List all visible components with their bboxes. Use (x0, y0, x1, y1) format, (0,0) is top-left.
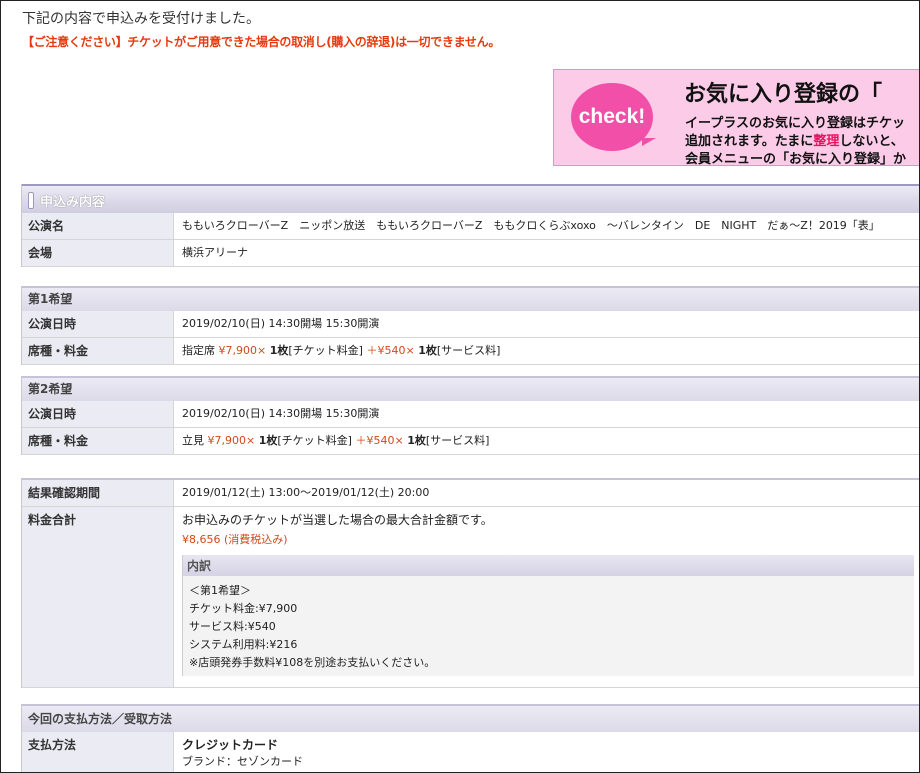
date-value: 2019/02/10(日) 14:30開場 15:30開演 (182, 407, 380, 420)
application-section: 申込み内容 公演名 ももいろクローバーZ ニッポン放送 ももいろクローバーZ も… (21, 184, 919, 267)
breakdown-line: チケット料金:¥7,900 (189, 602, 298, 615)
row-label: 公演日時 (22, 401, 174, 427)
payment-method-value: クレジットカード ブランド：セゾンカード (174, 732, 919, 772)
total-row: 料金合計 お申込みのチケットが当選した場合の最大合計金額です。 ¥8,656 (… (22, 507, 919, 688)
banner-line-2: 追加されます。たまに整理しないと、 (685, 134, 904, 149)
second-choice-title: 第2希望 (22, 376, 919, 401)
row-label: 支払方法 (22, 732, 174, 772)
date-value: 2019/02/10(日) 14:30開場 15:30開演 (182, 317, 380, 330)
payment-method: クレジットカード (182, 738, 279, 752)
bubble-tail-icon (642, 138, 656, 146)
row-label: 会場 (22, 240, 174, 266)
breakdown-box: 内訳 ＜第1希望＞ チケット料金:¥7,900 サービス料:¥540 システム利… (182, 555, 914, 676)
section-header: 申込み内容 (22, 184, 919, 213)
payment-method-row: 支払方法 クレジットカード ブランド：セゾンカード (22, 732, 919, 772)
breakdown-title: 内訳 (183, 555, 914, 576)
total-note: お申込みのチケットが当選した場合の最大合計金額です。 (182, 513, 493, 527)
seat-price-row: 席種・料金 立見 ¥7,900× 1枚[チケット料金] ＋¥540× 1枚[サー… (22, 428, 919, 455)
card-brand: ブランド：セゾンカード (182, 755, 303, 768)
row-label: 席種・料金 (22, 338, 174, 364)
breakdown-line: サービス料:¥540 (189, 620, 276, 633)
banner-line-3: 会員メニューの「お気に入り登録」か (685, 152, 907, 166)
row-label: 公演名 (22, 213, 174, 239)
seat-price-value: 指定席 ¥7,900× 1枚[チケット料金] ＋¥540× 1枚[サービス料] (182, 344, 501, 357)
row-label: 結果確認期間 (22, 480, 174, 506)
banner-line-1: イープラスのお気に入り登録はチケッ (685, 116, 905, 131)
breakdown-line: システム利用料:¥216 (189, 638, 298, 651)
section-title: 申込み内容 (40, 195, 106, 210)
breakdown-line: ＜第1希望＞ (189, 584, 251, 597)
seat-price-row: 席種・料金 指定席 ¥7,900× 1枚[チケット料金] ＋¥540× 1枚[サ… (22, 338, 919, 365)
header-bar-icon (28, 192, 34, 209)
result-section: 結果確認期間 2019/01/12(土) 13:00～2019/01/12(土)… (21, 478, 919, 688)
page-frame: 下記の内容で申込みを受付けました。 【ご注意ください】チケットがご用意できた場合… (0, 0, 920, 773)
breakdown-line: ※店頭発券手数料¥108を別途お支払いください。 (189, 656, 436, 669)
tax-note: (消費税込み) (224, 533, 288, 546)
seat-price-value: 立見 ¥7,900× 1枚[チケット料金] ＋¥540× 1枚[サービス料] (182, 434, 490, 447)
venue-row: 会場 横浜アリーナ (22, 240, 919, 267)
period-value: 2019/01/12(土) 13:00～2019/01/12(土) 20:00 (182, 486, 430, 499)
performance-row: 公演名 ももいろクローバーZ ニッポン放送 ももいろクローバーZ ももクロくらぶ… (22, 213, 919, 240)
second-choice-section: 第2希望 公演日時 2019/02/10(日) 14:30開場 15:30開演 … (21, 376, 919, 455)
first-choice-section: 第1希望 公演日時 2019/02/10(日) 14:30開場 15:30開演 … (21, 286, 919, 365)
breakdown-body: ＜第1希望＞ チケット料金:¥7,900 サービス料:¥540 システム利用料:… (183, 576, 914, 676)
payment-section: 今回の支払方法／受取方法 支払方法 クレジットカード ブランド：セゾンカード (21, 704, 919, 772)
row-label: 公演日時 (22, 311, 174, 337)
venue-name: 横浜アリーナ (182, 246, 248, 259)
caution-message: 【ご注意ください】チケットがご用意できた場合の取消し(購入の辞退)は一切できませ… (22, 35, 501, 49)
total-amount: ¥8,656 (182, 533, 221, 546)
date-row: 公演日時 2019/02/10(日) 14:30開場 15:30開演 (22, 401, 919, 428)
confirmation-message: 下記の内容で申込みを受付けました。 (22, 11, 260, 27)
check-badge: check! (571, 83, 653, 151)
first-choice-title: 第1希望 (22, 286, 919, 311)
performance-name: ももいろクローバーZ ニッポン放送 ももいろクローバーZ ももクロくらぶxoxo… (182, 219, 880, 232)
row-label: 料金合計 (22, 507, 174, 687)
total-value: お申込みのチケットが当選した場合の最大合計金額です。 ¥8,656 (消費税込み… (174, 507, 919, 687)
favorites-banner[interactable]: check! お気に入り登録の「 イープラスのお気に入り登録はチケッ 追加されま… (553, 69, 919, 166)
payment-title: 今回の支払方法／受取方法 (22, 704, 919, 732)
result-period-row: 結果確認期間 2019/01/12(土) 13:00～2019/01/12(土)… (22, 480, 919, 507)
total-amount-line: ¥8,656 (消費税込み) (182, 531, 914, 547)
row-label: 席種・料金 (22, 428, 174, 454)
date-row: 公演日時 2019/02/10(日) 14:30開場 15:30開演 (22, 311, 919, 338)
banner-title: お気に入り登録の「 (684, 82, 883, 107)
